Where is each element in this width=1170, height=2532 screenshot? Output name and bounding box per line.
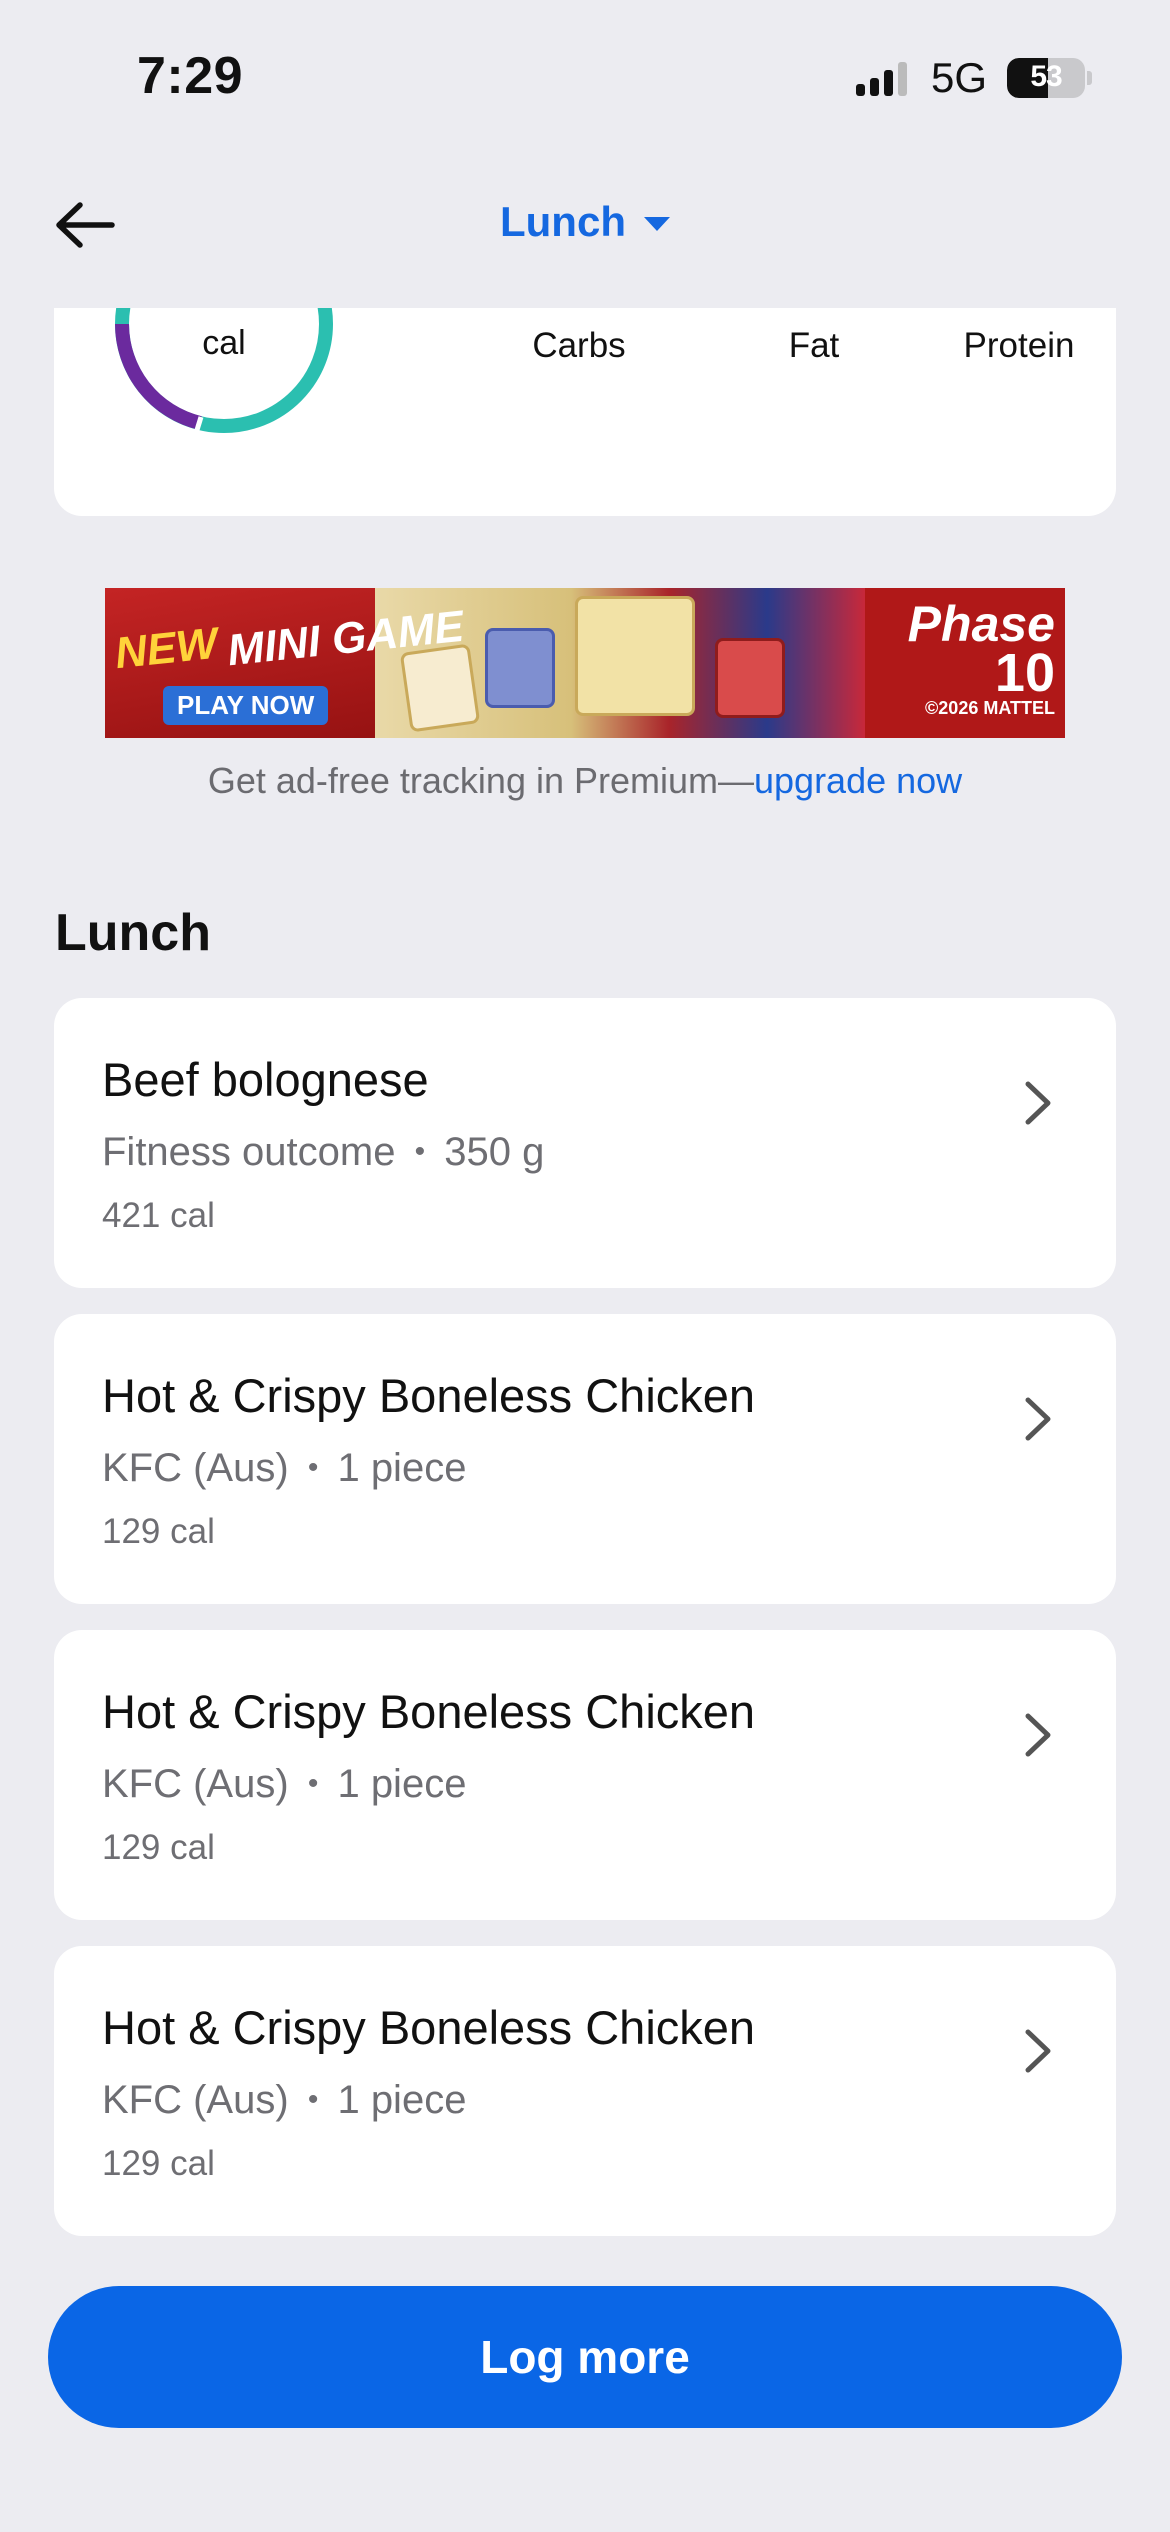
nutrition-summary-card: cal Carbs Fat Protein [54, 308, 1116, 516]
battery-tip [1087, 71, 1092, 85]
ad-board-image [575, 596, 695, 716]
meta-separator: • [307, 2083, 319, 2116]
ad-card-image [485, 628, 555, 708]
food-name: Hot & Crispy Boneless Chicken [102, 1369, 756, 1422]
status-time: 7:29 [137, 47, 244, 105]
food-calories: 129 cal [102, 1828, 215, 1867]
upgrade-now-link[interactable]: upgrade now [754, 760, 962, 801]
food-name: Hot & Crispy Boneless Chicken [102, 2001, 756, 2054]
ad-brand-logo: Phase 10 ©2026 MATTEL [907, 596, 1055, 719]
macro-protein-label: Protein [963, 326, 1075, 365]
food-calories: 129 cal [102, 1512, 215, 1551]
ad-brand-line1: Phase [907, 596, 1055, 652]
food-name: Beef bolognese [102, 1053, 429, 1106]
macro-fat-label: Fat [788, 326, 840, 365]
meta-separator: • [307, 1767, 319, 1800]
food-entry-card[interactable]: Hot & Crispy Boneless Chicken KFC (Aus) … [54, 1946, 1116, 2236]
premium-upsell-text: Get ad-free tracking in Premium— [207, 760, 754, 801]
food-entry-card[interactable]: Hot & Crispy Boneless Chicken KFC (Aus) … [54, 1630, 1116, 1920]
food-name: Hot & Crispy Boneless Chicken [102, 1685, 756, 1738]
chevron-right-icon [1025, 2029, 1051, 2073]
chevron-right-icon [1025, 1397, 1051, 1441]
battery-percent: 53 [1030, 60, 1062, 93]
calorie-ring-label: cal [202, 324, 246, 362]
food-brand: Fitness outcome [102, 1130, 396, 1174]
meta-separator: • [414, 1135, 426, 1168]
ad-card-image [715, 638, 785, 718]
caret-down-icon [643, 217, 670, 231]
ad-play-button[interactable]: PLAY NOW [163, 686, 329, 725]
battery-icon: 53 [1007, 58, 1085, 98]
section-title: Lunch [55, 904, 211, 962]
ad-headline-new: NEW [112, 618, 220, 679]
food-serving: 1 piece [337, 1762, 467, 1806]
premium-upsell-note: Get ad-free tracking in Premium—upgrade … [0, 760, 1170, 802]
status-indicators: 5G 53 [855, 54, 1092, 102]
food-brand: KFC (Aus) [102, 1762, 289, 1806]
food-meta: KFC (Aus) • 1 piece [102, 2078, 466, 2123]
food-calories: 129 cal [102, 2144, 215, 2183]
food-brand: KFC (Aus) [102, 2078, 289, 2122]
meal-selector[interactable]: Lunch [0, 198, 1170, 246]
food-serving: 1 piece [337, 1446, 467, 1490]
network-type: 5G [930, 54, 987, 101]
macro-carbs-label: Carbs [532, 326, 626, 365]
food-serving: 1 piece [337, 2078, 467, 2122]
food-meta: Fitness outcome • 350 g [102, 1130, 544, 1175]
food-meta: KFC (Aus) • 1 piece [102, 1446, 466, 1491]
food-entry-card[interactable]: Beef bolognese Fitness outcome • 350 g 4… [54, 998, 1116, 1288]
cellular-signal-icon [855, 60, 907, 96]
chevron-right-icon [1025, 1713, 1051, 1757]
meta-separator: • [307, 1451, 319, 1484]
ad-banner[interactable]: NEW MINI GAME PLAY NOW Phase 10 ©2026 MA… [105, 588, 1065, 738]
page: 7:29 5G 53 Lunch cal Carbs Fat Protein N… [0, 0, 1170, 2532]
meal-selector-label: Lunch [500, 198, 626, 245]
log-more-button[interactable]: Log more [48, 2286, 1122, 2428]
ad-copyright: ©2026 MATTEL [925, 698, 1055, 718]
food-meta: KFC (Aus) • 1 piece [102, 1762, 466, 1807]
food-brand: KFC (Aus) [102, 1446, 289, 1490]
summary-card-viewport: cal Carbs Fat Protein [54, 308, 1116, 516]
chevron-right-icon [1025, 1081, 1051, 1125]
food-calories: 421 cal [102, 1196, 215, 1235]
ad-brand-line2: 10 [994, 643, 1055, 703]
food-entry-card[interactable]: Hot & Crispy Boneless Chicken KFC (Aus) … [54, 1314, 1116, 1604]
food-serving: 350 g [444, 1130, 545, 1174]
